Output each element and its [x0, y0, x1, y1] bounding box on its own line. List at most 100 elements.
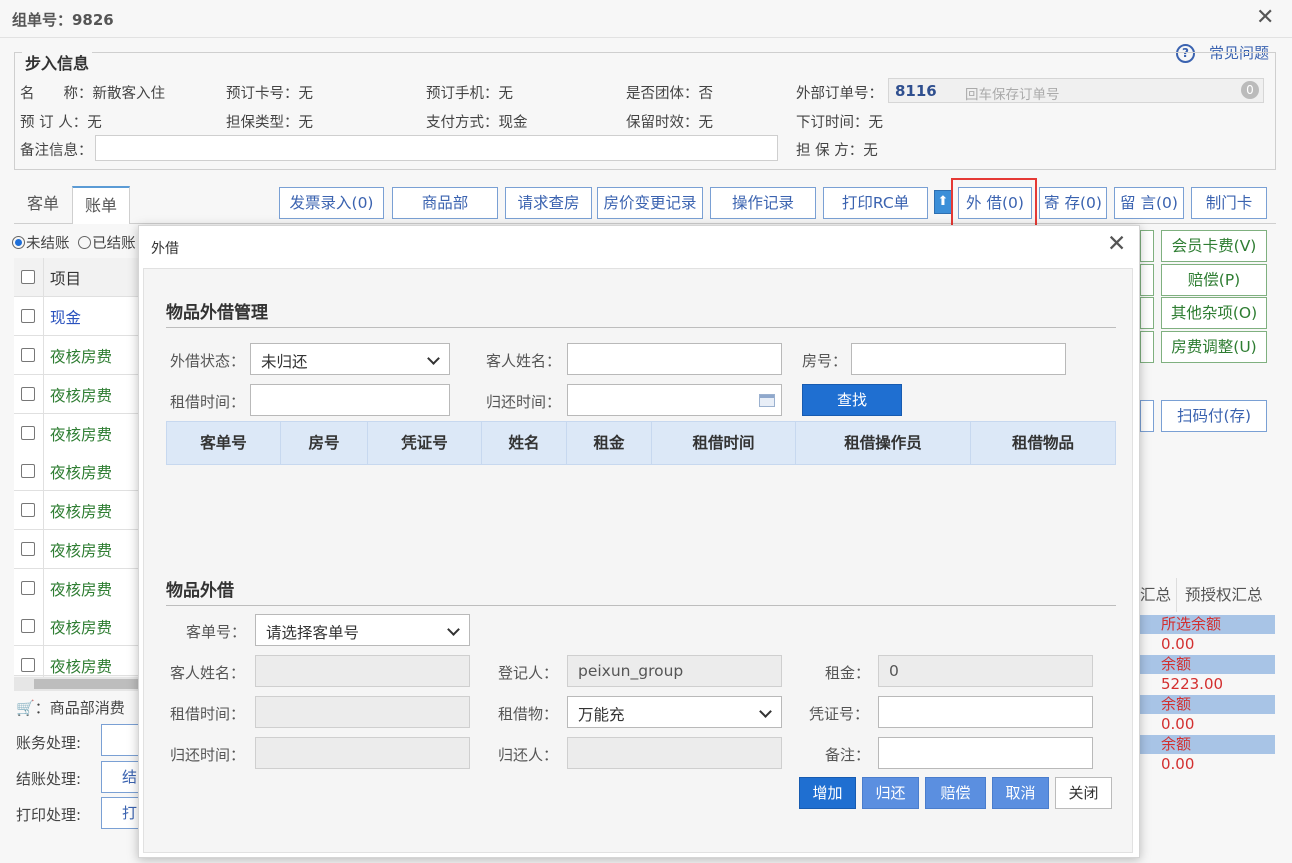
selected-balance-value: 0.00 [1161, 635, 1195, 653]
info-order-time: 下订时间：无 [796, 115, 883, 131]
window-close-icon[interactable]: ✕ [1256, 5, 1274, 30]
invoice-button[interactable]: 发票录入(0) [279, 187, 384, 219]
row-checkbox[interactable] [21, 464, 35, 478]
price-change-log-button[interactable]: 房价变更记录 [597, 187, 703, 219]
horizontal-scrollbar[interactable] [14, 677, 138, 691]
table-row[interactable]: 夜核房费 [14, 607, 138, 646]
checkin-info-legend: 步入信息 [22, 50, 93, 74]
goods-button[interactable]: 商品部 [392, 187, 498, 219]
row-checkbox[interactable] [21, 348, 35, 362]
external-order-label: 外部订单号： [796, 86, 883, 102]
external-order-value: 8116 [895, 82, 937, 100]
cart-icon: 🛒 [16, 699, 35, 717]
add-button[interactable]: 增加 [799, 777, 856, 809]
table-row[interactable]: 夜核房费 [14, 646, 138, 685]
select-all-checkbox[interactable] [21, 270, 35, 284]
radio-settled[interactable] [78, 236, 92, 249]
tab-guest-order[interactable]: 客单 [14, 186, 72, 224]
rent-input: 0 [878, 655, 1093, 687]
guest-name-input[interactable] [567, 343, 782, 375]
row-checkbox[interactable] [21, 658, 35, 672]
search-button[interactable]: 查找 [802, 384, 902, 416]
dialog-close-icon[interactable]: ✕ [1107, 231, 1126, 257]
voucher-input[interactable] [878, 696, 1093, 728]
item-select[interactable]: 万能充 [567, 696, 782, 728]
side-button-stub-5[interactable] [1140, 400, 1154, 432]
note-input[interactable] [95, 135, 778, 161]
remark-input[interactable] [878, 737, 1093, 769]
info-guarantor: 担 保 方：无 [796, 143, 878, 159]
account-button[interactable] [101, 724, 141, 756]
print-button[interactable]: 打 [101, 797, 141, 829]
row-checkbox[interactable] [21, 387, 35, 401]
form-return-time-input [255, 737, 470, 769]
tab-divider [14, 223, 1276, 224]
table-row[interactable]: 夜核房费 [14, 530, 138, 569]
tab-summary[interactable]: 汇总 [1140, 578, 1171, 612]
print-rc-button[interactable]: 打印RC单 [823, 187, 928, 219]
member-fee-button[interactable]: 会员卡费(V) [1161, 230, 1267, 262]
order-select[interactable]: 请选择客单号 [255, 614, 470, 646]
table-row[interactable]: 夜核房费 [14, 569, 138, 608]
message-button[interactable]: 留 言(0) [1114, 187, 1184, 219]
lend-status-label: 外借状态： [170, 352, 246, 370]
side-button-stub-3[interactable] [1140, 297, 1154, 329]
return-time-input[interactable] [567, 384, 782, 416]
compensate-button[interactable]: 赔偿 [925, 777, 986, 809]
row-checkbox[interactable] [21, 581, 35, 595]
room-input[interactable] [851, 343, 1066, 375]
form-guest-name-label: 客人姓名： [170, 664, 246, 682]
grid-col-operator: 租借操作员 [796, 422, 971, 464]
side-button-stub-4[interactable] [1140, 331, 1154, 363]
close-button[interactable]: 关闭 [1055, 777, 1112, 809]
settle-filter: 未结账 已结账 [12, 232, 136, 253]
section-divider [166, 327, 1116, 328]
grid-col-voucher: 凭证号 [368, 422, 482, 464]
table-row[interactable]: 夜核房费 [14, 336, 138, 375]
balance-value: 5223.00 [1161, 675, 1224, 693]
side-button-stub-2[interactable] [1140, 264, 1154, 296]
table-row[interactable]: 夜核房费 [14, 414, 138, 453]
radio-unsettled-label: 未结账 [26, 236, 70, 252]
return-button[interactable]: 归还 [862, 777, 919, 809]
compensate-side-button[interactable]: 赔偿(P) [1161, 264, 1267, 296]
row-checkbox[interactable] [21, 542, 35, 556]
voucher-label: 凭证号： [809, 705, 870, 723]
external-order-input[interactable]: 8116 回车保存订单号 0 [888, 78, 1264, 103]
table-row[interactable]: 夜核房费 [14, 452, 138, 491]
row-checkbox[interactable] [21, 426, 35, 440]
tab-preauth-summary[interactable]: 预授权汇总 [1176, 578, 1263, 612]
table-row[interactable]: 夜核房费 [14, 375, 138, 414]
check-room-button[interactable]: 请求查房 [505, 187, 592, 219]
table-row[interactable]: 夜核房费 [14, 491, 138, 530]
upload-arrow-icon[interactable]: ⬆ [934, 190, 952, 214]
door-card-button[interactable]: 制门卡 [1191, 187, 1267, 219]
remark-label: 备注： [825, 746, 871, 764]
row-checkbox[interactable] [21, 309, 35, 323]
balance-value: 0.00 [1161, 755, 1195, 773]
account-label: 账务处理: [16, 734, 82, 752]
row-checkbox[interactable] [21, 619, 35, 633]
cancel-button[interactable]: 取消 [992, 777, 1049, 809]
note-label: 备注信息： [20, 143, 93, 159]
calendar-icon[interactable] [759, 394, 775, 407]
side-button-stub-1[interactable] [1140, 230, 1154, 262]
operation-log-button[interactable]: 操作记录 [710, 187, 816, 219]
rent-time-input[interactable] [250, 384, 450, 416]
lend-status-select[interactable]: 未归还 [250, 343, 450, 375]
radio-unsettled[interactable] [12, 236, 25, 249]
tab-bill[interactable]: 账单 [72, 186, 130, 224]
scan-pay-button[interactable]: 扫码付(存) [1161, 400, 1267, 432]
misc-button[interactable]: 其他杂项(O) [1161, 297, 1267, 329]
row-checkbox[interactable] [21, 503, 35, 517]
grid-col-name: 姓名 [482, 422, 567, 464]
info-is-group: 是否团体：否 [626, 86, 713, 102]
scrollbar-thumb[interactable] [34, 679, 138, 689]
deposit-button[interactable]: 寄 存(0) [1039, 187, 1107, 219]
order-label: 客单号： [186, 623, 247, 641]
form-rent-time-input [255, 696, 470, 728]
room-adjust-button[interactable]: 房费调整(U) [1161, 331, 1267, 363]
settle-button[interactable]: 结 [101, 761, 141, 793]
lend-button-highlight [951, 178, 1037, 230]
table-row[interactable]: 现金 [14, 297, 138, 336]
